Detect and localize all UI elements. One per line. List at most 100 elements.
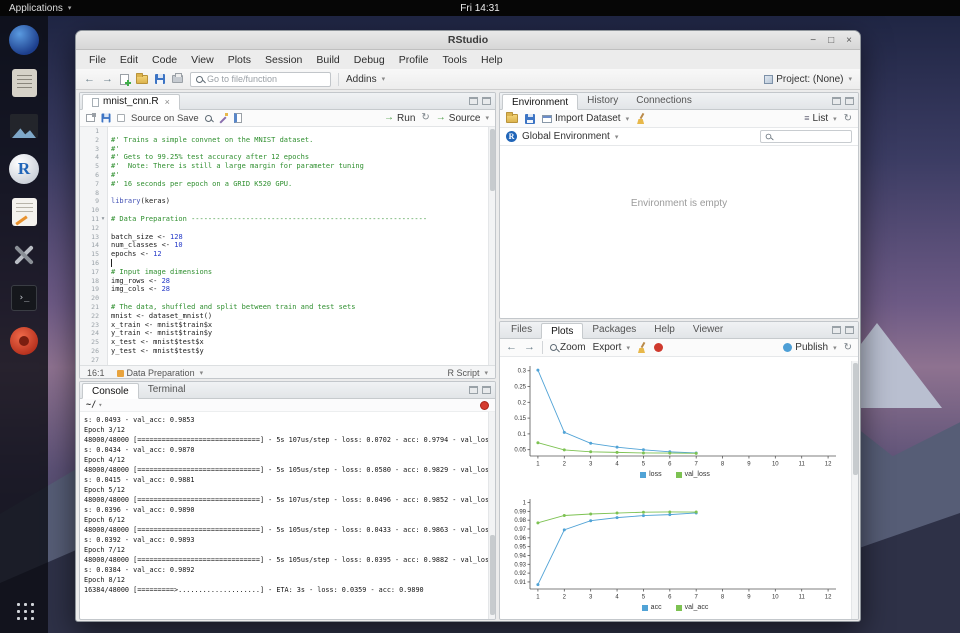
console-line: s: 0.0384 - val_acc: 0.9892	[84, 565, 491, 575]
clear-plots-icon[interactable]	[637, 342, 647, 353]
menu-code[interactable]: Code	[145, 54, 184, 66]
run-label: Run	[397, 113, 415, 124]
clear-objects-icon[interactable]	[636, 113, 646, 124]
rstudio-icon[interactable]: R	[7, 152, 41, 186]
svg-text:5: 5	[642, 595, 646, 601]
updater-icon[interactable]	[7, 324, 41, 358]
menu-profile[interactable]: Profile	[392, 54, 436, 66]
documents-icon[interactable]	[7, 66, 41, 100]
menu-plots[interactable]: Plots	[221, 54, 258, 66]
file-type-menu[interactable]: R Script ▾	[447, 368, 488, 378]
show-applications-icon[interactable]	[7, 593, 41, 627]
goto-file-input[interactable]	[207, 74, 325, 84]
code-tools-icon[interactable]	[218, 113, 228, 123]
goto-file-search[interactable]	[190, 72, 331, 87]
text-editor-icon[interactable]	[7, 195, 41, 229]
fold-icon[interactable]: ▾	[99, 215, 107, 224]
menu-file[interactable]: File	[82, 54, 113, 66]
compile-report-icon[interactable]	[234, 113, 242, 123]
rerun-icon[interactable]: ↻	[421, 113, 429, 123]
forward-icon[interactable]: →	[102, 74, 113, 85]
list-label: List	[813, 113, 829, 124]
image-viewer-icon[interactable]	[7, 109, 41, 143]
files-tab-plots[interactable]: Plots	[541, 323, 583, 339]
environment-tab-environment[interactable]: Environment	[502, 94, 578, 110]
environment-scope-menu[interactable]: Global Environment ▾	[522, 131, 618, 142]
environment-tab-connections[interactable]: Connections	[627, 93, 701, 109]
environment-search-input[interactable]	[775, 132, 841, 142]
files-tab-help[interactable]: Help	[645, 322, 684, 338]
stop-icon[interactable]	[480, 401, 489, 410]
menu-help[interactable]: Help	[474, 54, 510, 66]
editor-tab[interactable]: mnist_cnn.R ×	[82, 94, 180, 110]
title-bar[interactable]: RStudio − □ ×	[76, 31, 860, 50]
find-icon[interactable]	[205, 115, 212, 122]
browser-icon[interactable]	[7, 23, 41, 57]
menu-session[interactable]: Session	[258, 54, 309, 66]
environment-tab-history[interactable]: History	[578, 93, 627, 109]
close-tab-icon[interactable]: ×	[165, 94, 170, 110]
environment-pane: EnvironmentHistoryConnections Import Dat…	[499, 92, 859, 319]
menu-build[interactable]: Build	[309, 54, 346, 66]
publish-button[interactable]: Publish ▾	[783, 342, 836, 353]
console-tab-console[interactable]: Console	[82, 383, 139, 399]
load-workspace-icon[interactable]	[506, 114, 518, 123]
pane-buttons[interactable]	[832, 326, 854, 334]
refresh-icon[interactable]: ↻	[844, 343, 852, 353]
new-file-icon[interactable]	[120, 74, 129, 85]
zoom-button[interactable]: Zoom	[550, 342, 586, 353]
minimize-button[interactable]: −	[810, 35, 816, 46]
previous-plot-icon[interactable]: ←	[506, 342, 517, 353]
remove-plot-icon[interactable]	[654, 343, 663, 352]
applications-menu[interactable]: Applications▾	[0, 0, 80, 16]
console-line: 16384/48000 [=========>.................…	[84, 585, 491, 595]
code-text: #' Gets to 99.25% test accuracy after 12…	[107, 153, 309, 162]
save-icon[interactable]	[155, 74, 165, 84]
list-view-button[interactable]: ≡ List ▾	[804, 113, 836, 124]
files-tab-packages[interactable]: Packages	[583, 322, 645, 338]
back-icon[interactable]: ←	[84, 74, 95, 85]
close-button[interactable]: ×	[846, 35, 852, 46]
run-button[interactable]: → Run	[384, 113, 415, 124]
chevron-down-icon: ▾	[848, 75, 852, 83]
clock[interactable]: Fri 14:31	[460, 3, 499, 14]
working-directory[interactable]: ~/	[86, 400, 96, 410]
refresh-icon[interactable]: ↻	[844, 114, 852, 124]
pane-buttons[interactable]	[832, 97, 854, 105]
console-tab-terminal[interactable]: Terminal	[139, 382, 195, 398]
save-icon[interactable]	[102, 114, 111, 123]
files-tab-files[interactable]: Files	[502, 322, 541, 338]
list-icon: ≡	[804, 114, 809, 123]
section-navigator[interactable]: Data Preparation ▾	[117, 368, 204, 378]
console-scrollbar[interactable]	[488, 412, 495, 619]
source-button[interactable]: → Source ▾	[436, 113, 489, 124]
pane-buttons[interactable]	[469, 97, 491, 105]
plots-scrollbar[interactable]	[851, 361, 858, 620]
popout-icon[interactable]	[86, 114, 95, 122]
pane-buttons[interactable]	[469, 386, 491, 394]
maximize-button[interactable]: □	[828, 35, 834, 46]
run-icon: →	[384, 113, 394, 123]
save-workspace-icon[interactable]	[525, 114, 535, 124]
code-text: img_cols <- 28	[107, 285, 170, 294]
environment-tab-bar: EnvironmentHistoryConnections	[500, 93, 858, 110]
code-text: img_rows <- 28	[107, 277, 170, 286]
menu-debug[interactable]: Debug	[347, 54, 392, 66]
menu-tools[interactable]: Tools	[435, 54, 474, 66]
files-tab-viewer[interactable]: Viewer	[684, 322, 732, 338]
environment-search[interactable]	[760, 130, 852, 143]
export-button[interactable]: Export ▾	[593, 342, 630, 353]
code-editor[interactable]: 12#' Trains a simple convnet on the MNIS…	[80, 127, 495, 365]
menu-view[interactable]: View	[184, 54, 221, 66]
source-on-save-checkbox[interactable]	[117, 114, 125, 122]
menu-edit[interactable]: Edit	[113, 54, 145, 66]
project-menu[interactable]: Project: (None)▾	[764, 74, 852, 85]
addins-button[interactable]: Addins▾	[346, 74, 385, 85]
console-output[interactable]: s: 0.0493 - val_acc: 0.9853Epoch 3/12480…	[80, 412, 495, 595]
tools-icon[interactable]	[7, 238, 41, 272]
terminal-icon[interactable]: ›_	[7, 281, 41, 315]
next-plot-icon[interactable]: →	[524, 342, 535, 353]
print-icon[interactable]	[172, 75, 183, 83]
open-file-icon[interactable]	[136, 75, 148, 84]
import-dataset-button[interactable]: Import Dataset ▾	[542, 113, 629, 124]
